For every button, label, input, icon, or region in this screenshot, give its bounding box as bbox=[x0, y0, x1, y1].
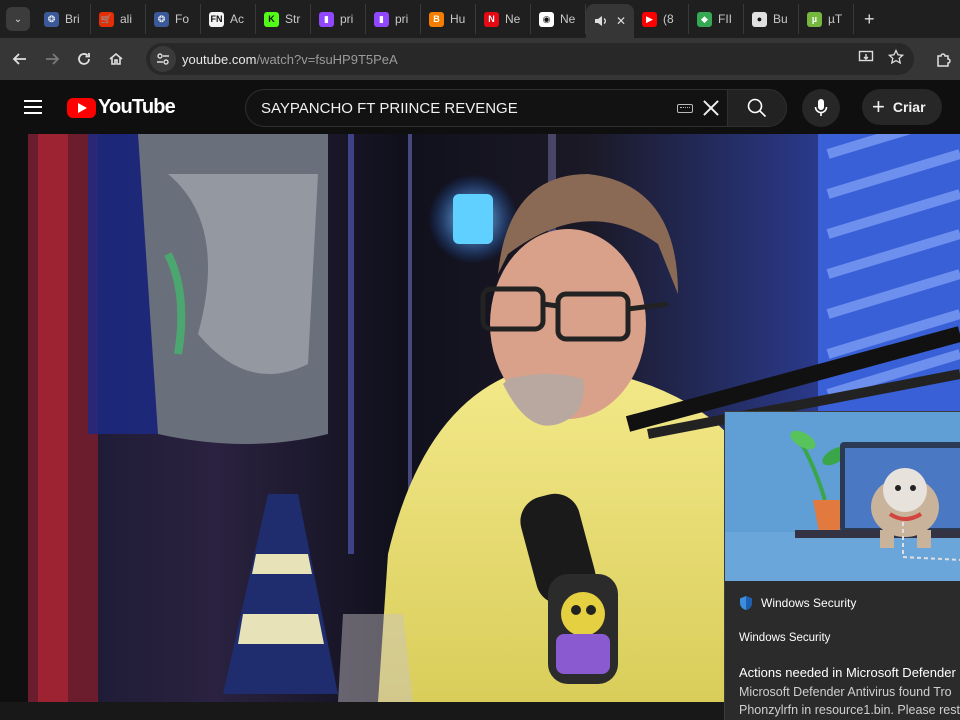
toast-heading: Actions needed in Microsoft Defender bbox=[739, 665, 956, 680]
active-browser-tab[interactable]: ✕ bbox=[586, 4, 634, 38]
toast-app-name: Windows Security bbox=[739, 595, 856, 611]
browser-tab-label: Bri bbox=[65, 12, 80, 26]
toast-title: Windows Security bbox=[739, 632, 831, 644]
browser-tab-label: pri bbox=[340, 12, 354, 26]
home-icon bbox=[109, 52, 123, 65]
back-arrow-icon bbox=[12, 53, 26, 65]
kick-icon: K bbox=[264, 11, 279, 27]
address-bar[interactable]: youtube.com/watch?v=fsuHP9T5PeA bbox=[146, 43, 914, 75]
fn-icon: FN bbox=[209, 11, 224, 27]
browser-toolbar: youtube.com/watch?v=fsuHP9T5PeA bbox=[0, 38, 960, 80]
browser-tab[interactable]: FN Ac bbox=[201, 4, 256, 34]
windows-security-toast[interactable]: Windows Security Windows Security Action… bbox=[724, 411, 960, 720]
tab-search-button[interactable]: ⌄ bbox=[6, 7, 30, 31]
close-tab-icon[interactable]: ✕ bbox=[616, 14, 626, 28]
reload-icon bbox=[78, 53, 90, 65]
create-label: Criar bbox=[892, 99, 926, 115]
utorrent-icon: µ bbox=[807, 11, 822, 27]
search-query-text: SAYPANCHO FT PRIINCE REVENGE bbox=[261, 99, 518, 117]
netflix-icon: N bbox=[484, 11, 499, 27]
browser-tab-label: Bu bbox=[773, 12, 788, 26]
youtube-masthead: YouTube SAYPANCHO FT PRIINCE REVENGE + C… bbox=[0, 80, 960, 134]
browser-tab[interactable]: ● Bu bbox=[744, 4, 799, 34]
url-domain: youtube.com bbox=[182, 51, 257, 67]
multicolor-icon: ● bbox=[752, 11, 767, 27]
browser-tab[interactable]: ▮ pri bbox=[311, 4, 366, 34]
shield-icon: ◆ bbox=[697, 11, 712, 27]
browser-tab-label: pri bbox=[395, 12, 409, 26]
twitch-icon: ▮ bbox=[374, 11, 389, 27]
globe-icon: ❂ bbox=[154, 11, 169, 27]
browser-tab[interactable]: ❂ Bri bbox=[36, 4, 91, 34]
bulldog-laptop-illustration bbox=[725, 412, 960, 581]
toast-hero-illustration bbox=[725, 412, 960, 581]
chrome-icon: ◉ bbox=[539, 11, 554, 27]
voice-search-button[interactable] bbox=[802, 89, 840, 127]
plus-icon: + bbox=[872, 94, 885, 119]
tune-icon bbox=[157, 53, 169, 65]
keyboard-icon[interactable] bbox=[677, 104, 693, 113]
youtube-icon: ▶ bbox=[642, 11, 657, 27]
home-button[interactable] bbox=[100, 43, 132, 75]
browser-tab[interactable]: B Hu bbox=[421, 4, 476, 34]
toast-app-label: Windows Security bbox=[761, 596, 857, 610]
browser-tab-label: (8 bbox=[663, 12, 674, 26]
browser-tab-label: Ne bbox=[505, 12, 521, 26]
browser-tab-label: Str bbox=[285, 12, 301, 26]
browser-tab[interactable]: ◆ FII bbox=[689, 4, 744, 34]
microphone-icon bbox=[814, 99, 828, 116]
youtube-logo[interactable]: YouTube bbox=[67, 96, 176, 119]
search-input[interactable]: SAYPANCHO FT PRIINCE REVENGE bbox=[245, 89, 727, 127]
tab-list: ❂ Bri 🛒 ali ❂ Fo FN Ac K Str ▮ pri ▮ pri B Hu N Ne ◉ Ne ✕ ▶ (8… bbox=[36, 0, 875, 38]
tab-strip: ⌄ ❂ Bri 🛒 ali ❂ Fo FN Ac K Str ▮ pri ▮ pri B Hu N Ne ◉ Ne ✕ ▶… bbox=[0, 0, 960, 38]
browser-tab-label: ali bbox=[120, 12, 133, 26]
install-app-icon[interactable] bbox=[858, 49, 874, 65]
browser-tab-label: Hu bbox=[450, 12, 466, 26]
new-tab-button[interactable]: + bbox=[864, 9, 875, 30]
back-button[interactable] bbox=[4, 43, 36, 75]
browser-tab[interactable]: ▶ (8 bbox=[634, 4, 689, 34]
cart-icon: 🛒 bbox=[99, 11, 114, 27]
browser-tab[interactable]: ▮ pri bbox=[366, 4, 421, 34]
browser-tab[interactable]: ❂ Fo bbox=[146, 4, 201, 34]
chevron-down-icon: ⌄ bbox=[13, 13, 23, 25]
search-icon bbox=[747, 98, 767, 118]
search-button[interactable] bbox=[727, 89, 787, 127]
browser-tab[interactable]: K Str bbox=[256, 4, 311, 34]
browser-tab[interactable]: ◉ Ne bbox=[531, 4, 586, 34]
clear-search-icon[interactable] bbox=[701, 98, 721, 118]
toast-body: Microsoft Defender Antivirus found Tro P… bbox=[739, 683, 960, 719]
forward-button[interactable] bbox=[36, 43, 68, 75]
blogger-icon: B bbox=[429, 11, 444, 27]
extensions-button[interactable] bbox=[928, 44, 960, 76]
toast-body-line: Phonzylrfn in resource1.bin. Please rest bbox=[739, 703, 960, 717]
shield-icon bbox=[740, 596, 752, 610]
globe-icon: ❂ bbox=[44, 11, 59, 27]
puzzle-icon bbox=[937, 53, 951, 67]
browser-tab[interactable]: N Ne bbox=[476, 4, 531, 34]
bookmark-star-icon[interactable] bbox=[888, 49, 904, 65]
url-text[interactable]: youtube.com/watch?v=fsuHP9T5PeA bbox=[182, 52, 398, 67]
browser-tab[interactable]: µ µT bbox=[799, 4, 854, 34]
youtube-play-icon bbox=[67, 97, 96, 118]
browser-tab-label: Fo bbox=[175, 12, 190, 26]
reload-button[interactable] bbox=[68, 43, 100, 75]
browser-tab[interactable]: 🛒 ali bbox=[91, 4, 146, 34]
browser-tab-label: FII bbox=[718, 12, 732, 26]
menu-icon[interactable] bbox=[24, 100, 42, 114]
browser-tab-label: Ne bbox=[560, 12, 576, 26]
forward-arrow-icon bbox=[46, 53, 60, 65]
toast-body-line: Microsoft Defender Antivirus found Tro bbox=[739, 685, 952, 699]
speaker-icon[interactable] bbox=[594, 14, 608, 28]
browser-tab-label: Ac bbox=[230, 12, 245, 26]
youtube-logo-text: YouTube bbox=[98, 96, 176, 118]
browser-tab-label: µT bbox=[828, 12, 843, 26]
site-info-button[interactable] bbox=[150, 46, 176, 72]
url-path: /watch?v=fsuHP9T5PeA bbox=[256, 51, 398, 67]
twitch-icon: ▮ bbox=[319, 11, 334, 27]
create-button[interactable]: + Criar bbox=[862, 89, 942, 125]
